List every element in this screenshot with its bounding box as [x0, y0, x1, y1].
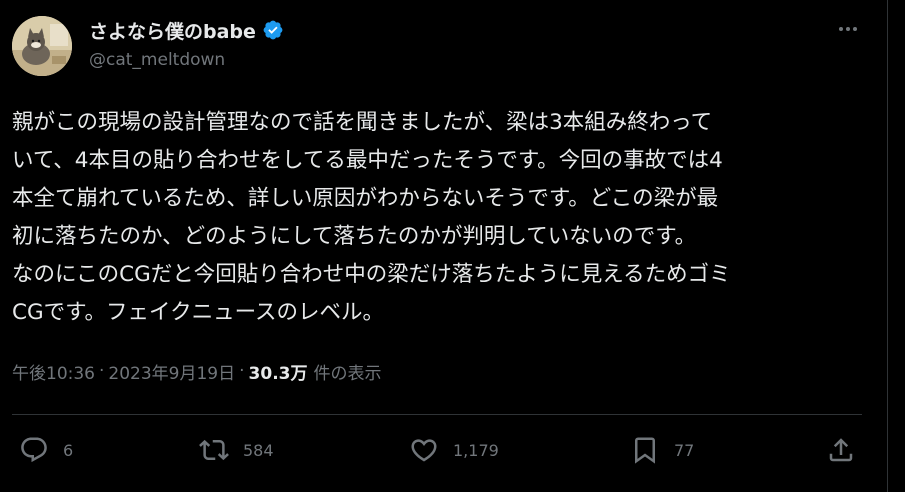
cat-avatar-image: [12, 16, 72, 76]
tweet-line: 初に落ちたのか、どのようにして落ちたのかが判明していないのです。: [12, 224, 697, 249]
tweet-time[interactable]: 午後10:36: [12, 359, 95, 384]
tweet-date[interactable]: 2023年9月19日: [108, 359, 235, 384]
more-dot: [839, 27, 843, 31]
meta-separator: ·: [239, 361, 245, 381]
verified-badge-icon[interactable]: [262, 19, 284, 41]
views-count[interactable]: 30.3万: [249, 359, 308, 384]
tweet-line: 本全て崩れているため、詳しい原因がわからないそうです。どこの梁が最: [12, 186, 719, 211]
retweet-button[interactable]: 584: [199, 424, 274, 476]
like-count: 1,179: [453, 440, 499, 460]
divider: [12, 414, 862, 415]
meta-separator: ·: [99, 361, 105, 381]
bookmark-count: 77: [674, 440, 695, 460]
tweet-line: いて、4本目の貼り合わせをしてる最中だったそうです。今回の事故では4: [12, 148, 723, 173]
share-button[interactable]: [826, 424, 856, 476]
like-button[interactable]: 1,179: [409, 424, 499, 476]
timeline-border: [887, 0, 888, 492]
heart-icon: [411, 439, 437, 462]
views-label: 件の表示: [313, 363, 382, 384]
tweet-line: なのにこのCGだと今回貼り合わせ中の梁だけ落ちたように見えるためゴミ: [12, 262, 731, 287]
display-name-row: さよなら僕のbabe: [89, 16, 284, 44]
tweet-text: 親がこの現場の設計管理なので話を聞きましたが、梁は3本組み終わって いて、4本目…: [12, 104, 867, 332]
avatar[interactable]: [12, 16, 72, 76]
more-icon[interactable]: [836, 22, 860, 36]
bookmark-icon: [635, 437, 655, 464]
more-dot: [846, 27, 850, 31]
tweet-meta: 午後10:36 · 2023年9月19日 · 30.3万 件の表示: [12, 356, 381, 386]
display-name[interactable]: さよなら僕のbabe: [89, 17, 256, 44]
reply-count: 6: [63, 440, 74, 460]
share-icon: [829, 438, 853, 462]
retweet-count: 584: [243, 440, 274, 460]
more-dot: [853, 27, 857, 31]
bookmark-button[interactable]: 77: [630, 424, 694, 476]
action-bar: 6 584 1,179 77: [0, 424, 887, 476]
tweet-line: 親がこの現場の設計管理なので話を聞きましたが、梁は3本組み終わって: [12, 110, 713, 135]
reply-button[interactable]: 6: [19, 424, 73, 476]
tweet-line: CGです。フェイクニュースのレベル。: [12, 300, 385, 325]
reply-icon: [21, 437, 47, 463]
retweet-icon: [199, 439, 229, 461]
user-handle[interactable]: @cat_meltdown: [89, 50, 225, 70]
